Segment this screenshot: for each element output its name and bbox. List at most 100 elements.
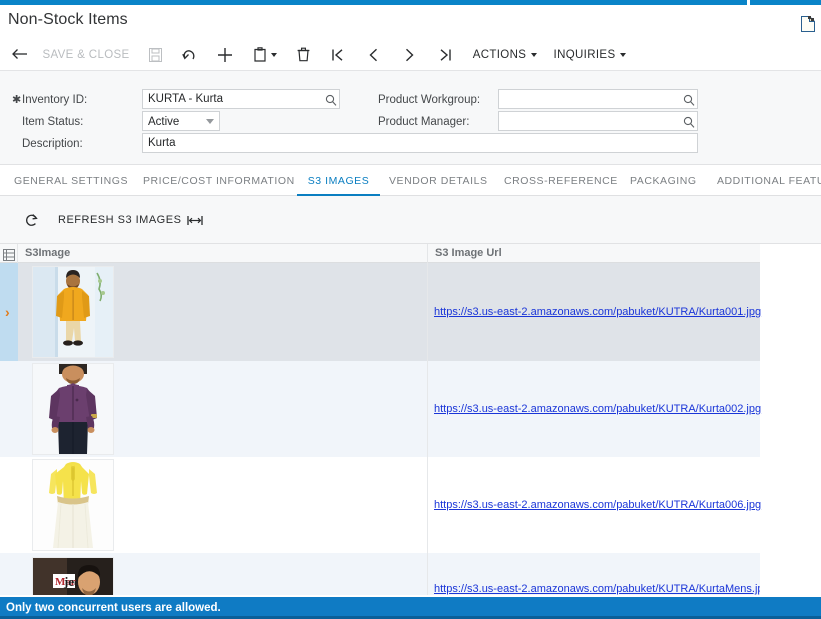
page-title: Non-Stock Items (8, 11, 128, 28)
non-stock-items-page: Non-Stock Items SAVE & CLOSE ACTIONS INQ… (0, 0, 821, 619)
chevron-right-icon (405, 48, 414, 61)
item-status-select[interactable]: Active (142, 111, 220, 131)
arrow-left-icon (12, 48, 27, 59)
row-url-cell[interactable]: https://s3.us-east-2.amazonaws.com/pabuk… (429, 361, 761, 457)
inventory-id-lookup-icon[interactable] (325, 93, 337, 111)
s3-images-grid: S3Image S3 Image Url › https://s3.us-eas… (0, 244, 821, 595)
last-page-icon (440, 48, 451, 61)
tab-label: GENERAL SETTINGS (14, 174, 129, 187)
man-in-purple-kurta-photo[interactable] (32, 363, 114, 455)
product-workgroup-input[interactable] (498, 89, 698, 109)
undo-button[interactable] (176, 38, 204, 71)
grid-settings-cell[interactable] (0, 244, 18, 263)
new-document-icon[interactable] (801, 16, 815, 32)
tab-packaging[interactable]: PACKAGING (630, 165, 705, 196)
row-thumbnail-cell[interactable] (19, 361, 428, 457)
product-manager-input[interactable] (498, 111, 698, 131)
yellow-womens-kurta-photo[interactable] (32, 459, 114, 551)
man-in-yellow-kurta-photo[interactable] (32, 266, 114, 358)
inventory-id-label: Inventory ID: (22, 94, 88, 106)
delete-button[interactable] (290, 38, 316, 71)
inquiries-label: INQUIRIES (553, 48, 616, 61)
s3-image-url-link[interactable]: https://s3.us-east-2.amazonaws.com/pabuk… (429, 403, 761, 415)
item-status-label: Item Status: (22, 116, 84, 128)
next-record-button[interactable] (396, 38, 422, 71)
insert-record-button[interactable] (212, 38, 238, 71)
row-indicator[interactable]: › (0, 263, 18, 361)
clipboard-icon (253, 47, 266, 62)
plus-icon (218, 47, 232, 62)
first-record-button[interactable] (324, 38, 350, 71)
manjee-brand-mens-kurta-photo[interactable]: Man jee (32, 557, 114, 595)
first-page-icon (331, 48, 342, 61)
product-workgroup-lookup-icon[interactable] (683, 93, 695, 111)
save-and-close-button[interactable]: SAVE & CLOSE (38, 38, 134, 71)
back-button[interactable] (6, 38, 34, 71)
s3-image-url-link[interactable]: https://s3.us-east-2.amazonaws.com/pabuk… (429, 499, 761, 511)
grid-header-row: S3Image S3 Image Url (0, 244, 760, 263)
description-input[interactable] (142, 133, 698, 153)
fit-to-width-icon (187, 215, 203, 225)
row-url-cell[interactable]: https://s3.us-east-2.amazonaws.com/pabuk… (429, 263, 761, 361)
chevron-down-icon (620, 52, 627, 57)
row-thumbnail-cell[interactable] (19, 263, 428, 361)
row-url-cell[interactable]: https://s3.us-east-2.amazonaws.com/pabuk… (429, 553, 760, 595)
row-thumbnail-cell[interactable]: Man jee (19, 553, 428, 595)
description-label: Description: (22, 138, 83, 150)
save-icon (148, 47, 162, 62)
tab-label: ADDITIONAL FEATUR (717, 174, 821, 187)
row-thumbnail-cell[interactable] (19, 457, 428, 553)
chevron-down-icon (270, 52, 277, 57)
tab-label: S3 IMAGES (307, 174, 370, 187)
tab-vendor-details[interactable]: VENDOR DETAILS (389, 165, 494, 196)
tab-label: VENDOR DETAILS (389, 174, 488, 187)
actions-label: ACTIONS (472, 48, 527, 61)
table-row[interactable]: https://s3.us-east-2.amazonaws.com/pabuk… (0, 457, 761, 553)
product-manager-lookup-icon[interactable] (683, 115, 695, 133)
fit-to-width-button[interactable] (185, 208, 205, 232)
tab-label: CROSS-REFERENCE (504, 174, 618, 187)
s3-image-url-link[interactable]: https://s3.us-east-2.amazonaws.com/pabuk… (429, 306, 761, 318)
chevron-down-icon (206, 119, 214, 124)
table-row[interactable]: https://s3.us-east-2.amazonaws.com/pabuk… (0, 361, 761, 457)
record-toolbar: SAVE & CLOSE ACTIONS INQUIRIES (0, 38, 821, 71)
table-row[interactable]: › https://s3.us-east-2.amazonaws.com/pab… (0, 263, 761, 361)
previous-record-button[interactable] (360, 38, 386, 71)
refresh-icon (25, 213, 38, 226)
s3-image-url-link[interactable]: https://s3.us-east-2.amazonaws.com/pabuk… (429, 583, 760, 595)
chevron-down-icon (531, 52, 538, 57)
refresh-s3-images-button[interactable]: REFRESH S3 IMAGES (58, 208, 181, 232)
tab-additional-features[interactable]: ADDITIONAL FEATUR (717, 165, 821, 196)
tab-price-cost-information[interactable]: PRICE/COST INFORMATION (143, 165, 301, 196)
row-url-cell[interactable]: https://s3.us-east-2.amazonaws.com/pabuk… (429, 457, 761, 553)
undo-icon (181, 49, 194, 60)
svg-text:jee: jee (63, 574, 80, 589)
save-button[interactable] (142, 38, 168, 71)
copy-paste-button[interactable] (248, 38, 282, 71)
table-row[interactable]: Man jee https://s3.us-east-2.amazonaws.c… (0, 553, 760, 595)
tab-label: PRICE/COST INFORMATION (143, 174, 295, 187)
actions-menu[interactable]: ACTIONS (470, 38, 540, 71)
required-marker: ✱ (12, 94, 22, 106)
tab-label: PACKAGING (630, 174, 697, 187)
row-indicator[interactable] (0, 553, 18, 595)
status-message: Only two concurrent users are allowed. (6, 602, 221, 614)
product-manager-label: Product Manager: (378, 116, 470, 128)
tab-general-settings[interactable]: GENERAL SETTINGS (14, 165, 129, 196)
form-header-area: ✱ Inventory ID: Item Status: Active Desc… (0, 71, 821, 165)
chevron-right-icon: › (5, 304, 10, 320)
inquiries-menu[interactable]: INQUIRIES (548, 38, 632, 71)
inventory-id-input[interactable] (142, 89, 340, 109)
column-header-s3imageurl[interactable]: S3 Image Url (429, 244, 760, 263)
title-bar: Non-Stock Items (0, 5, 821, 38)
tab-s3-images[interactable]: S3 IMAGES (297, 165, 380, 196)
row-indicator[interactable] (0, 361, 18, 457)
column-header-s3image[interactable]: S3Image (19, 244, 428, 263)
row-indicator[interactable] (0, 457, 18, 553)
chevron-left-icon (368, 48, 377, 61)
last-record-button[interactable] (432, 38, 458, 71)
refresh-button[interactable] (20, 208, 42, 232)
product-workgroup-label: Product Workgroup: (378, 94, 481, 106)
tab-cross-reference[interactable]: CROSS-REFERENCE (504, 165, 620, 196)
trash-icon (297, 47, 309, 62)
